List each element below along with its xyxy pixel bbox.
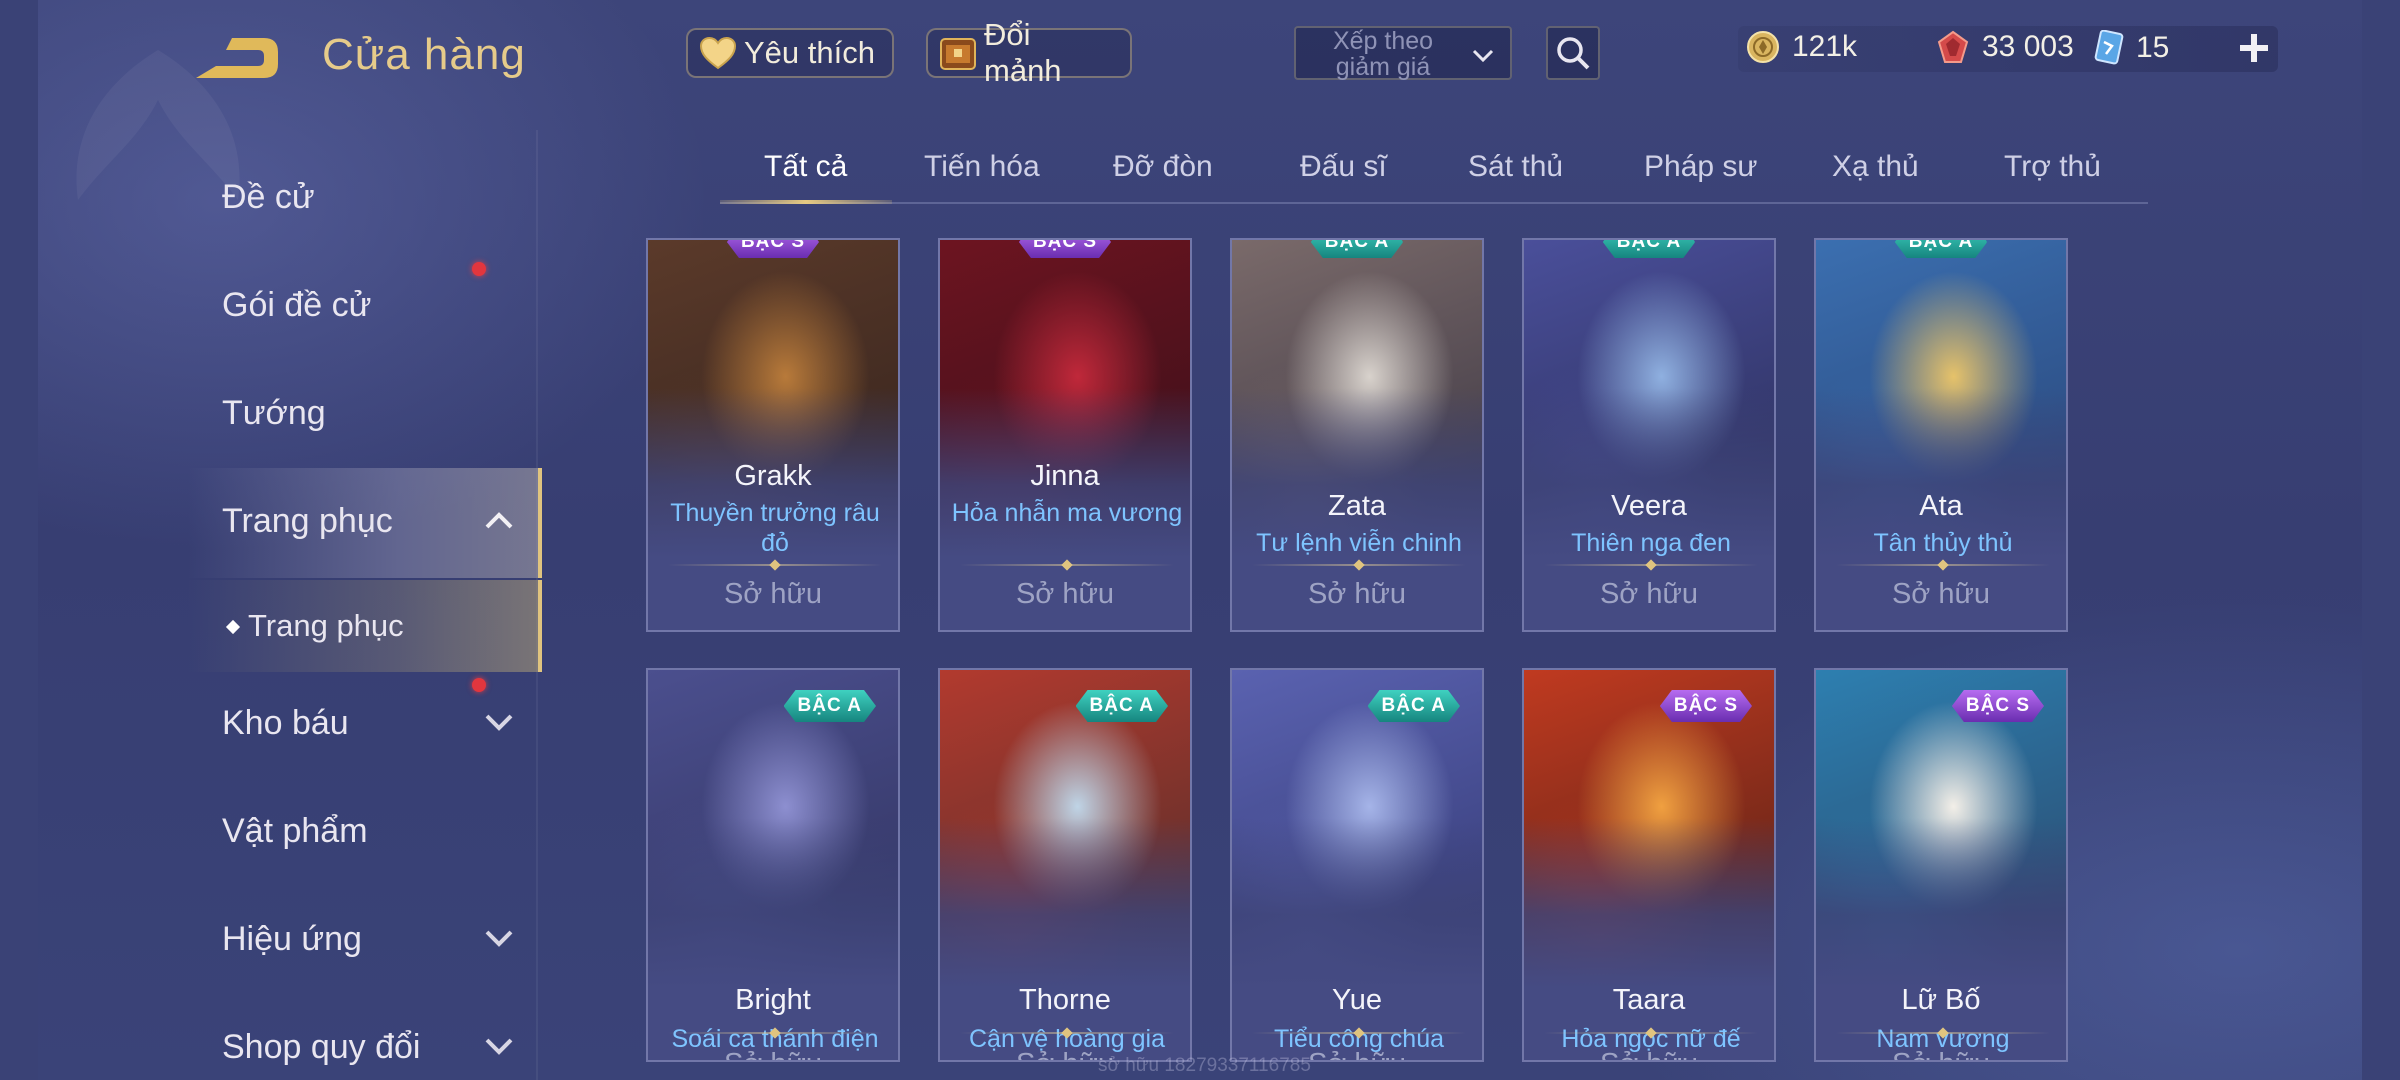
chevron-down-icon[interactable] <box>484 928 514 948</box>
skin-card[interactable]: BẬC STaaraHỏa ngọc nữ đếSở hữu <box>1522 668 1776 1062</box>
favorite-button[interactable]: Yêu thích <box>686 28 894 78</box>
ruby-value: 33 003 <box>1982 30 2074 63</box>
chevron-down-icon[interactable] <box>484 712 514 732</box>
tab-evolution[interactable]: Tiến hóa <box>924 150 1040 184</box>
sidebar-item-skins[interactable]: Trang phục <box>222 502 393 541</box>
tab-fighter[interactable]: Đấu sĩ <box>1300 150 1387 184</box>
notification-dot <box>472 262 486 276</box>
owned-status: Sở hữu <box>1599 578 1699 610</box>
owned-status: Sở hữu <box>1307 578 1407 610</box>
voucher-card-icon <box>2094 30 2124 65</box>
ruby-balance: 33 003 <box>1936 30 2074 64</box>
owned-status: Sở hữu <box>1524 1048 1774 1060</box>
skin-card[interactable]: BẬC A Zata Tư lệnh viễn chinh Sở hữu <box>1230 238 1484 632</box>
gold-value: 121k <box>1792 30 1858 63</box>
hero-name: Bright <box>735 984 811 1016</box>
sidebar-item-featured[interactable]: Đề cử <box>222 178 315 217</box>
hero-name: Yue <box>1332 984 1382 1016</box>
tab-all[interactable]: Tất cả <box>764 150 847 184</box>
hero-name: Veera <box>1611 490 1687 522</box>
tab-track <box>720 202 2148 204</box>
owned-status: Sở hữu <box>1816 1048 2066 1060</box>
exchange-label: Đổi mảnh <box>984 17 1062 88</box>
owned-status: Sở hữu <box>723 578 823 610</box>
gold-coin-icon <box>1747 31 1779 63</box>
skin-name: Thuyền trưởng râu đỏ <box>670 499 880 557</box>
left-letterbox <box>0 0 38 1080</box>
skin-card[interactable]: BẬC SLữ BốNam vươngSở hữu <box>1814 668 2068 1062</box>
hero-name: Grakk <box>734 460 812 492</box>
notification-dot <box>472 678 486 692</box>
tier-badge: BẬC A <box>1076 690 1168 722</box>
add-currency-button[interactable] <box>2234 28 2274 68</box>
heart-icon <box>698 33 738 73</box>
sidebar-item-effects[interactable]: Hiệu ứng <box>222 920 362 959</box>
hero-name: Jinna <box>1030 460 1100 492</box>
hero-name: Lữ Bố <box>1901 984 1981 1016</box>
sidebar-item-treasure[interactable]: Kho báu <box>222 704 349 743</box>
skin-card[interactable]: BẬC S Grakk Thuyền trưởng râu đỏ Sở hữu <box>646 238 900 632</box>
skin-name: Tân thủy thủ <box>1873 529 2013 557</box>
chevron-down-icon <box>1472 49 1494 63</box>
tab-tank[interactable]: Đỡ đòn <box>1113 150 1213 184</box>
treasure-chest-icon <box>938 33 978 73</box>
owned-status: Sở hữu <box>1015 578 1115 610</box>
voucher-value: 15 <box>2136 31 2170 64</box>
owned-status: Sở hữu <box>648 1048 898 1060</box>
search-button[interactable] <box>1546 26 1600 80</box>
sort-label: Xếp theo giảm giá <box>1332 27 1434 81</box>
tier-badge: BẬC S <box>1952 690 2044 722</box>
gold-balance: 121k <box>1746 30 1857 64</box>
sidebar-item-items[interactable]: Vật phẩm <box>222 812 368 851</box>
skin-name: Hỏa nhẫn ma vương <box>951 499 1183 527</box>
watermark-text: sở hữu 18279337116785 <box>1098 1055 1311 1076</box>
hero-name: Taara <box>1612 984 1686 1016</box>
tier-badge: BẬC A <box>1368 690 1460 722</box>
tab-mage[interactable]: Pháp sư <box>1644 150 1757 184</box>
tier-badge: BẬC A <box>1895 238 1987 258</box>
sidebar-item-exchange-shop[interactable]: Shop quy đổi <box>222 1028 421 1067</box>
skin-card[interactable]: BẬC AThorneCận vệ hoàng giaSở hữu <box>938 668 1192 1062</box>
sort-dropdown[interactable]: Xếp theo giảm giá <box>1294 26 1512 80</box>
tier-badge: BẬC A <box>784 690 876 722</box>
tier-badge: BẬC A <box>1311 238 1403 258</box>
skin-name: Thiên nga đen <box>1571 529 1731 557</box>
tier-badge: BẬC S <box>1019 238 1111 258</box>
search-icon <box>1557 37 1590 70</box>
tab-marksman[interactable]: Xạ thủ <box>1832 150 1919 184</box>
chevron-down-icon[interactable] <box>484 1036 514 1056</box>
exchange-fragments-button[interactable]: Đổi mảnh <box>926 17 1132 88</box>
decorative-emblem <box>76 50 240 200</box>
skin-card[interactable]: BẬC AYueTiểu công chúaSở hữu <box>1230 668 1484 1062</box>
skin-card[interactable]: BẬC A Veera Thiên nga đen Sở hữu <box>1522 238 1776 632</box>
shop-screen: Cửa hàng Yêu thích Đổi mảnh Xếp theo giả… <box>38 0 2362 1080</box>
hero-name: Thorne <box>1019 984 1111 1016</box>
sidebar-item-heroes[interactable]: Tướng <box>222 394 326 433</box>
hero-name: Zata <box>1327 490 1387 522</box>
owned-status: Sở hữu <box>1891 578 1991 610</box>
voucher-balance: 15 <box>2092 30 2169 66</box>
skin-card[interactable]: BẬC ABrightSoái ca thánh điệnSở hữu <box>646 668 900 1062</box>
sidebar-subitem-skins[interactable]: Trang phục <box>248 608 404 644</box>
skin-name: Tư lệnh viễn chinh <box>1256 529 1462 557</box>
skin-card[interactable]: BẬC S Jinna Hỏa nhẫn ma vương Sở hữu <box>938 238 1192 632</box>
sidebar: Đề cử Gói đề cử Tướng Trang phục Trang p… <box>38 0 542 1080</box>
active-tab-underline <box>720 200 892 204</box>
tab-support[interactable]: Trợ thủ <box>2004 150 2101 184</box>
right-letterbox <box>2362 0 2400 1080</box>
plus-icon <box>2240 34 2268 62</box>
tab-assassin[interactable]: Sát thủ <box>1468 150 1563 184</box>
hero-name: Ata <box>1919 490 1963 522</box>
tier-badge: BẬC S <box>727 238 819 258</box>
ruby-icon <box>1937 30 1969 63</box>
chevron-up-icon[interactable] <box>484 510 514 530</box>
tier-badge: BẬC S <box>1660 690 1752 722</box>
tier-badge: BẬC A <box>1603 238 1695 258</box>
skin-card[interactable]: BẬC A Ata Tân thủy thủ Sở hữu <box>1814 238 2068 632</box>
sidebar-item-featured-packs[interactable]: Gói đề cử <box>222 286 371 325</box>
favorite-label: Yêu thích <box>744 35 875 70</box>
